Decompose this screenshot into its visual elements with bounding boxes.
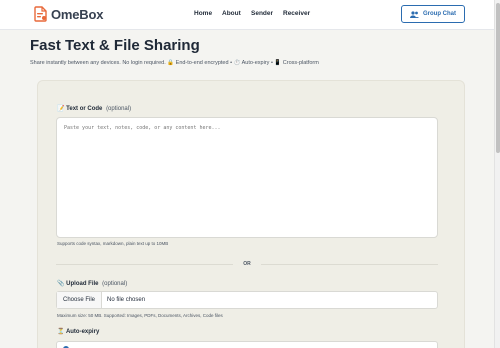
upload-help-text: Maximum size: 50 MB. Supported: Images, … xyxy=(57,313,223,318)
expiry-section-label: ⏳ Auto-expiry xyxy=(57,328,99,335)
paperclip-icon: 📎 xyxy=(57,281,65,287)
text-help-text: Supports code syntax, markdown, plain te… xyxy=(57,241,169,246)
text-content-input[interactable] xyxy=(56,117,438,238)
divider-line-right xyxy=(260,263,438,265)
choose-file-button[interactable]: Choose File xyxy=(57,292,103,308)
divider-line-left xyxy=(56,263,234,265)
nav-about-link[interactable]: About xyxy=(222,10,241,17)
scrollbar-thumb[interactable] xyxy=(496,3,500,153)
text-optional-note: (optional) xyxy=(106,106,132,112)
users-icon xyxy=(410,10,419,18)
document-share-icon xyxy=(34,6,47,22)
nav-receiver-link[interactable]: Receiver xyxy=(283,10,310,17)
text-section-label: 📝 Text or Code (optional) xyxy=(57,105,131,112)
group-chat-button[interactable]: Group Chat xyxy=(401,5,465,23)
upload-optional-note: (optional) xyxy=(102,281,128,287)
upload-section-label: 📎 Upload File (optional) xyxy=(57,280,127,287)
page-title: Fast Text & File Sharing xyxy=(30,37,200,54)
text-section-title: Text or Code xyxy=(66,106,103,112)
nav-sender-link[interactable]: Sender xyxy=(251,10,273,17)
or-label: OR xyxy=(243,261,251,267)
page-subtitle: Share instantly between any devices. No … xyxy=(30,60,319,66)
nav-home-link[interactable]: Home xyxy=(194,10,212,17)
hourglass-icon: ⏳ xyxy=(57,329,65,335)
upload-section-title: Upload File xyxy=(66,281,99,287)
or-divider: OR xyxy=(56,260,438,268)
expiry-option-selector[interactable] xyxy=(56,341,438,348)
file-status-text: No file chosen xyxy=(107,297,146,303)
top-navbar: OmeBox Home About Sender Receiver Group … xyxy=(0,0,494,30)
expiry-section-title: Auto-expiry xyxy=(65,329,100,335)
brand-name: OmeBox xyxy=(51,6,104,22)
page-scrollbar[interactable] xyxy=(494,0,500,348)
group-chat-label: Group Chat xyxy=(423,11,456,17)
memo-icon: 📝 xyxy=(57,106,65,112)
file-upload-input[interactable]: Choose File No file chosen xyxy=(56,291,438,309)
brand-logo[interactable]: OmeBox xyxy=(34,6,103,22)
